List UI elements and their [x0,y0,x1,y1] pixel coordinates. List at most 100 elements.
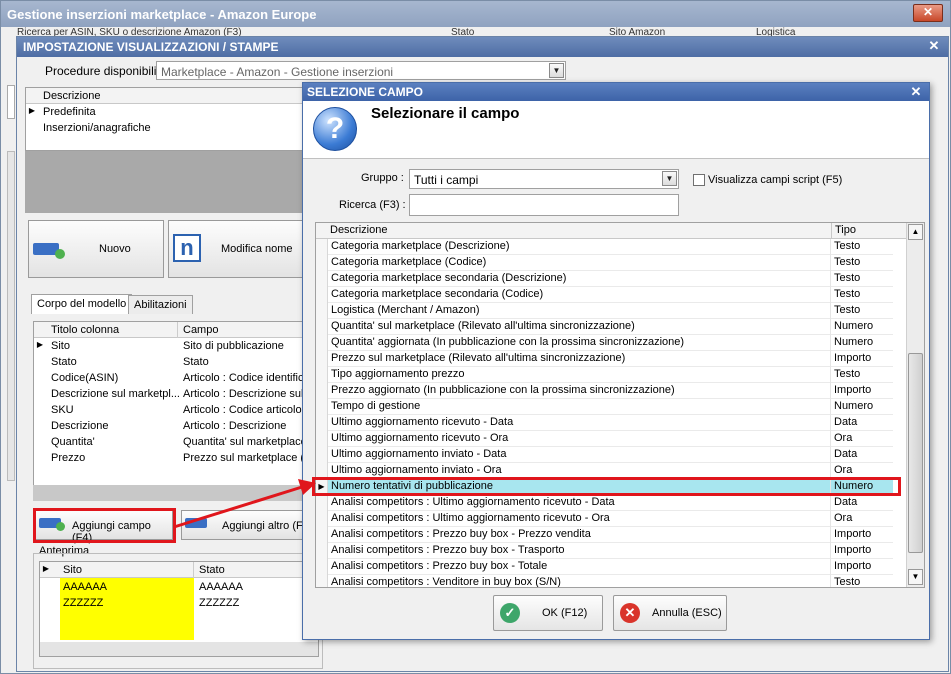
table-row[interactable]: Prezzo aggiornato (In pubblicazione con … [316,383,893,399]
scrollbar-thumb[interactable] [908,353,923,553]
field-description-cell: Prezzo aggiornato (In pubblicazione con … [328,383,831,399]
field-description-cell: Analisi competitors : Ultimo aggiornamen… [328,495,831,511]
new-button[interactable]: Nuovo [28,220,164,278]
table-row[interactable]: Logistica (Merchant / Amazon) Testo [316,303,893,319]
field-type-cell: Testo [834,256,861,268]
column-title-cell: Prezzo [51,452,86,464]
table-row[interactable]: Descrizione Articolo : Descrizione [34,418,316,434]
table-row[interactable]: Ultimo aggiornamento ricevuto - Data Data [316,415,893,431]
preview-scrollbar[interactable] [40,642,318,656]
field-description-cell: Analisi competitors : Prezzo buy box - P… [328,527,831,543]
main-left-grid-edge [7,151,15,481]
group-label: Gruppo : [361,172,404,184]
settings-dialog-title: IMPOSTAZIONE VISUALIZZAZIONI / STAMPE [17,37,948,57]
column-field-cell: Articolo : Codice articolo [183,404,302,416]
group-select-value: Tutti i campi [414,173,479,187]
table-row[interactable]: Categoria marketplace secondaria (Codice… [316,287,893,303]
chevron-down-icon[interactable]: ▼ [662,171,677,186]
field-description-cell: Analisi competitors : Prezzo buy box - T… [328,543,831,559]
script-fields-checkbox[interactable] [693,174,705,186]
rename-icon: n [173,234,201,262]
fields-table: Descrizione Tipo Categoria marketplace (… [315,222,925,588]
row-indicator [316,543,328,559]
field-description-cell: Tempo di gestione [328,399,831,415]
table-row[interactable]: Quantita' Quantita' sul marketplace [34,434,316,450]
field-description-cell: Logistica (Merchant / Amazon) [328,303,831,319]
field-description-cell: Tipo aggiornamento prezzo [328,367,831,383]
add-field-highlight [33,508,176,543]
table-row[interactable]: SKU Articolo : Codice articolo [34,402,316,418]
main-window-title: Gestione inserzioni marketplace - Amazon… [1,1,950,27]
table-row[interactable]: Analisi competitors : Venditore in buy b… [316,575,893,587]
new-button-label: Nuovo [99,243,131,255]
list-item[interactable]: ▶ Predefinita [26,104,314,120]
table-row[interactable]: Analisi competitors : Prezzo buy box - P… [316,527,893,543]
table-row[interactable]: Tempo di gestione Numero [316,399,893,415]
question-icon: ? [313,107,357,151]
annotation-arrow-icon [173,479,316,529]
ok-button[interactable]: ✓ OK (F12) [493,595,603,631]
tab-permissions[interactable]: Abilitazioni [128,295,193,314]
procedure-select[interactable]: Marketplace - Amazon - Gestione inserzio… [156,61,566,80]
table-row[interactable]: Prezzo sul marketplace (Rilevato all'ult… [316,351,893,367]
search-input[interactable] [409,194,679,216]
field-type-cell: Testo [834,304,861,316]
table-row[interactable]: Prezzo Prezzo sul marketplace (F [34,450,316,466]
main-left-panel-edge [7,85,15,119]
table-row[interactable]: Analisi competitors : Ultimo aggiornamen… [316,511,893,527]
field-type-cell: Numero [834,400,874,412]
chevron-down-icon[interactable]: ▼ [549,63,564,78]
checkmark-icon: ✓ [500,603,520,623]
table-row[interactable]: Quantita' aggiornata (In pubblicazione c… [316,335,893,351]
row-indicator [316,271,328,287]
rename-button[interactable]: n Modifica nome [168,220,308,278]
row-indicator [316,447,328,463]
field-selection-heading: Selezionare il campo [371,105,520,122]
settings-close-button[interactable]: ✕ [923,39,945,55]
columns-grid-header: Titolo colonna Campo [34,322,316,338]
table-row[interactable]: Ultimo aggiornamento ricevuto - Ora Ora [316,431,893,447]
list-item-label: Predefinita [43,106,96,118]
table-row[interactable]: Stato Stato [34,354,316,370]
field-type-cell: Testo [834,368,861,380]
rename-button-label: Modifica nome [221,243,293,255]
row-indicator [316,287,328,303]
table-row[interactable]: Categoria marketplace (Descrizione) Testo [316,239,893,255]
field-type-cell: Testo [834,272,861,284]
field-type-cell: Data [834,416,858,428]
table-row[interactable]: Codice(ASIN) Articolo : Codice identific [34,370,316,386]
list-item[interactable]: Inserzioni/anagrafiche [26,120,314,136]
table-row[interactable]: Categoria marketplace secondaria (Descri… [316,271,893,287]
group-select[interactable]: Tutti i campi ▼ [409,169,679,189]
field-description-cell: Ultimo aggiornamento inviato - Data [328,447,831,463]
vertical-scrollbar[interactable]: ▲ ▼ [906,223,924,587]
models-list-header-label: Descrizione [43,90,101,102]
table-row[interactable]: Categoria marketplace (Codice) Testo [316,255,893,271]
field-selection-dialog: SELEZIONE CAMPO ✕ ? Selezionare il campo… [302,82,930,640]
row-pointer-icon: ▶ [42,564,50,573]
field-description-cell: Prezzo sul marketplace (Rilevato all'ult… [328,351,831,367]
table-row[interactable]: ▶ Sito Sito di pubblicazione [34,338,316,354]
field-description-cell: Analisi competitors : Prezzo buy box - T… [328,559,831,575]
list-item-label: Inserzioni/anagrafiche [43,122,151,134]
table-row[interactable]: Analisi competitors : Prezzo buy box - T… [316,559,893,575]
table-row[interactable]: Descrizione sul marketpl... Articolo : De… [34,386,316,402]
field-selection-close-button[interactable]: ✕ [907,84,925,100]
scroll-down-arrow-icon[interactable]: ▼ [908,569,923,585]
table-row[interactable]: Quantita' sul marketplace (Rilevato all'… [316,319,893,335]
field-type-cell: Importo [834,384,872,396]
row-indicator [316,335,328,351]
column-header-title: Titolo colonna [48,322,178,338]
preview-header-status: Stato [199,564,225,576]
scroll-up-arrow-icon[interactable]: ▲ [908,224,923,240]
table-row[interactable]: Analisi competitors : Prezzo buy box - T… [316,543,893,559]
main-close-button[interactable]: ✕ [913,4,943,22]
column-title-cell: Codice(ASIN) [51,372,119,384]
tab-template-body[interactable]: Corpo del modello [31,294,133,314]
cancel-button[interactable]: ✕ Annulla (ESC) [613,595,727,631]
table-row[interactable]: Ultimo aggiornamento inviato - Data Data [316,447,893,463]
table-row[interactable]: Analisi competitors : Ultimo aggiornamen… [316,495,893,511]
table-row[interactable]: Tipo aggiornamento prezzo Testo [316,367,893,383]
column-title-cell: Quantita' [51,436,95,448]
row-indicator [316,255,328,271]
